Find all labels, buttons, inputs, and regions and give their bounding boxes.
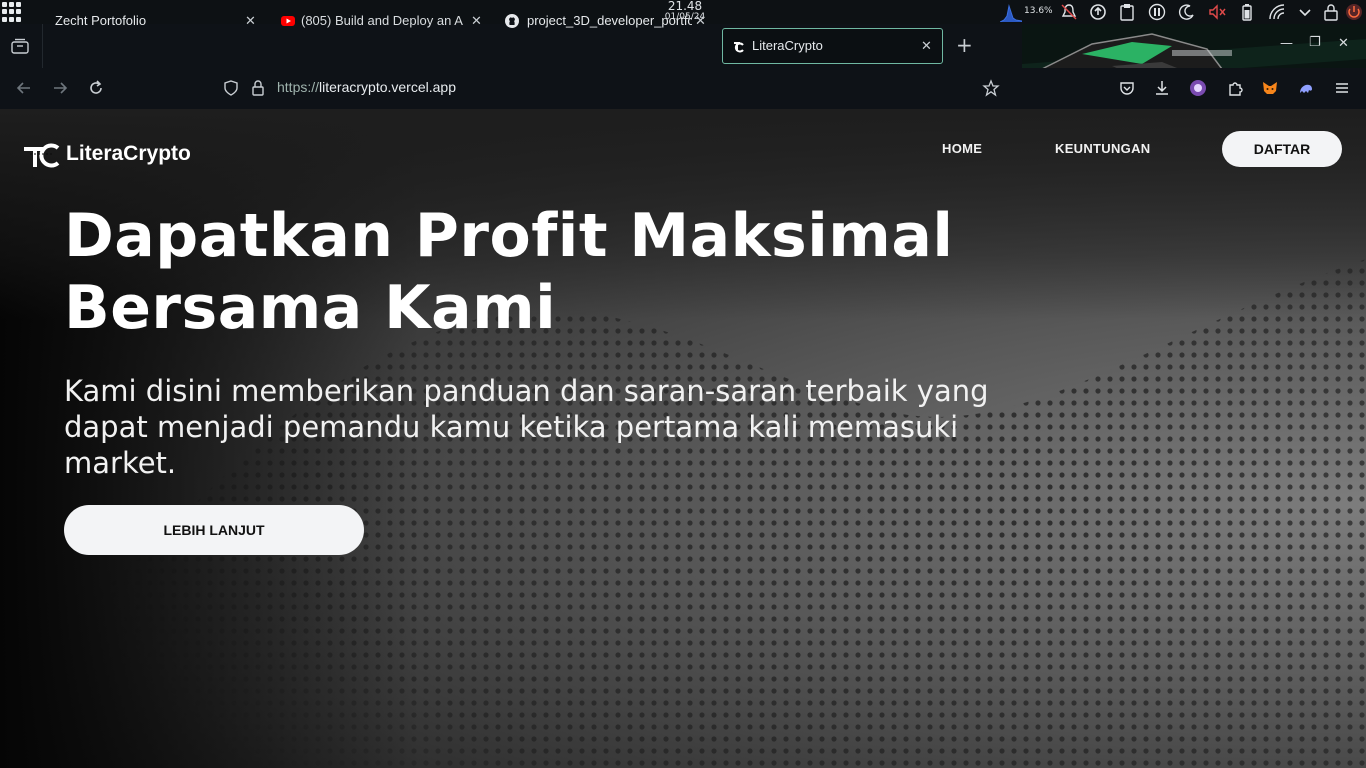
bookmark-star-icon[interactable] [982, 79, 1000, 97]
clipboard-icon[interactable] [1118, 3, 1136, 21]
url-scheme: https:// [277, 79, 320, 95]
youtube-icon [281, 16, 295, 26]
chevron-down-icon[interactable] [1296, 3, 1314, 21]
minimize-icon[interactable]: — [1280, 36, 1293, 51]
extensions-icon[interactable] [1226, 79, 1244, 97]
close-tab-icon[interactable]: ✕ [471, 4, 482, 38]
lock-icon[interactable] [249, 79, 267, 97]
reload-icon[interactable] [87, 79, 105, 97]
notifications-off-icon[interactable] [1060, 3, 1078, 21]
extension-avatar-icon[interactable] [1189, 79, 1207, 97]
tab-label: LiteraCrypto [752, 38, 823, 53]
app-launcher-icon[interactable] [2, 2, 24, 22]
hero-subtitle: Kami disini memberikan panduan dan saran… [64, 373, 1044, 481]
tab-zecht-portofolio[interactable]: Zecht Portofolio ✕ [55, 4, 260, 38]
battery-icon[interactable] [1238, 3, 1256, 21]
tab-overview-icon [11, 38, 29, 54]
sidebar-toggle[interactable] [0, 24, 43, 68]
back-icon[interactable] [15, 79, 33, 97]
logo-text: LiteraCrypto [66, 142, 191, 165]
hero-title-line-1: Dapatkan Profit Maksimal [64, 201, 954, 271]
night-light-icon[interactable] [1178, 3, 1196, 21]
metamask-icon[interactable] [1261, 79, 1279, 97]
literacrypto-logo-icon [24, 143, 60, 168]
hero-subtitle-line-3: market. [64, 446, 177, 480]
shield-icon[interactable] [222, 79, 240, 97]
maximize-icon[interactable]: ❐ [1309, 35, 1321, 50]
tab-youtube[interactable]: (805) Build and Deploy an A ✕ [281, 4, 486, 38]
media-player-icon[interactable] [1148, 3, 1166, 21]
tab-label: Zecht Portofolio [55, 13, 147, 28]
tab-label: (805) Build and Deploy an A [301, 13, 463, 28]
pocket-icon[interactable] [1118, 79, 1136, 97]
url-field[interactable]: https://literacrypto.vercel.app [277, 79, 456, 95]
hero-subtitle-line-2: dapat menjadi pemandu kamu ketika pertam… [64, 410, 959, 444]
cpu-graph-icon[interactable] [1000, 2, 1022, 22]
literacrypto-icon [734, 42, 744, 53]
wifi-icon[interactable] [1268, 3, 1286, 21]
menu-icon[interactable] [1333, 79, 1351, 97]
url-host: literacrypto.vercel.app [319, 79, 456, 95]
nav-keuntungan-link[interactable]: KEUNTUNGAN [1055, 141, 1150, 156]
lock-screen-icon[interactable] [1322, 3, 1340, 21]
forward-icon[interactable] [51, 79, 69, 97]
close-window-icon[interactable]: ✕ [1338, 36, 1349, 51]
hero-title-line-2: Bersama Kami [64, 273, 557, 343]
close-tab-icon[interactable]: ✕ [695, 4, 706, 38]
close-tab-icon[interactable]: ✕ [921, 29, 932, 63]
tab-github[interactable]: project_3D_developer_portfolio ✕ [505, 4, 710, 38]
update-icon[interactable] [1089, 3, 1107, 21]
tab-label: project_3D_developer_portfolio [527, 13, 692, 28]
hero-subtitle-line-1: Kami disini memberikan panduan dan saran… [64, 374, 989, 408]
new-tab-button[interactable]: + [956, 28, 973, 62]
volume-muted-icon[interactable] [1208, 3, 1226, 21]
tab-literacrypto[interactable]: LiteraCrypto ✕ [722, 28, 943, 64]
site-logo[interactable]: LiteraCrypto [24, 140, 191, 168]
downloads-icon[interactable] [1153, 79, 1171, 97]
lebih-lanjut-button[interactable]: LEBIH LANJUT [64, 505, 364, 555]
hero-title: Dapatkan Profit Maksimal Bersama Kami [64, 200, 964, 344]
ghost-extension-icon[interactable] [1297, 79, 1315, 97]
daftar-button[interactable]: DAFTAR [1222, 131, 1342, 167]
cpu-usage: 13.6% [1024, 6, 1053, 16]
github-icon [505, 14, 519, 28]
nav-home-link[interactable]: HOME [942, 141, 982, 156]
close-tab-icon[interactable]: ✕ [245, 4, 256, 38]
power-icon[interactable] [1345, 3, 1363, 21]
